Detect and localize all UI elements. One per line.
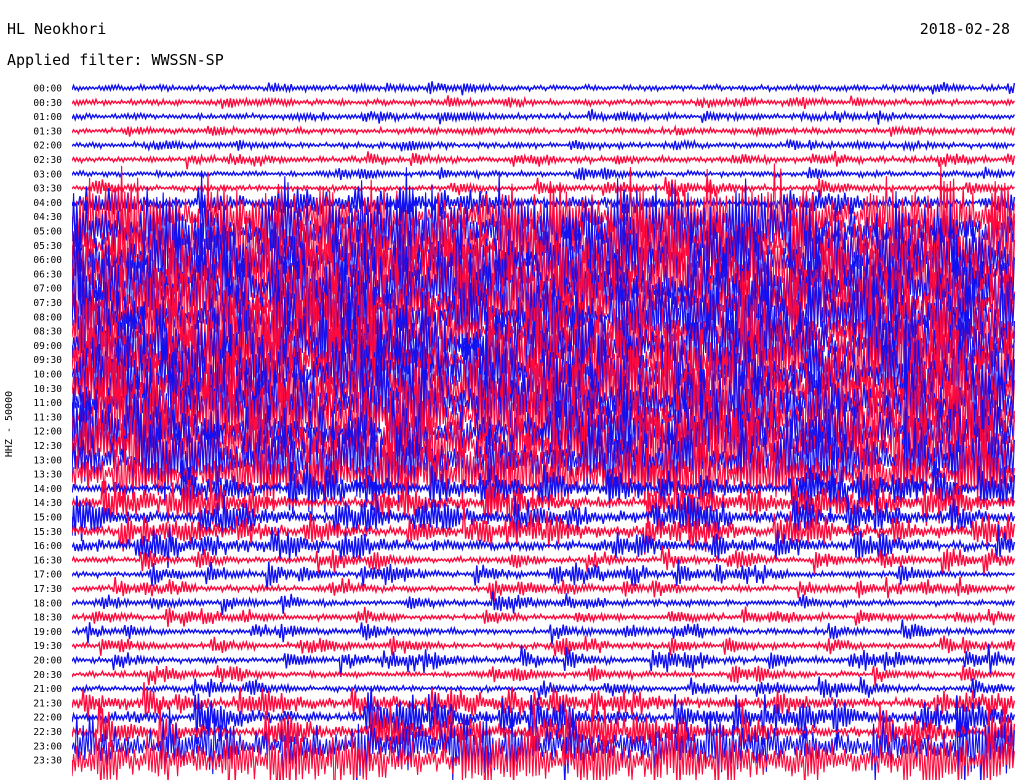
tick-label: 19:30	[33, 641, 62, 652]
trace-1730	[72, 576, 1016, 602]
tick-label: 17:00	[33, 570, 62, 581]
tick-label: 07:00	[33, 284, 62, 295]
tick-label: 03:30	[33, 184, 62, 195]
tick-label: 21:00	[33, 684, 62, 695]
tick-label: 00:30	[33, 98, 62, 109]
trace-0230	[72, 150, 1016, 170]
tick-label: 13:00	[33, 455, 62, 466]
tick-label: 14:00	[33, 484, 62, 495]
tick-label: 13:30	[33, 470, 62, 481]
tick-label: 01:30	[33, 126, 62, 137]
trace-1830	[72, 606, 1016, 627]
trace-0330	[72, 176, 1015, 198]
tick-label: 22:30	[33, 727, 62, 738]
trace-0200	[72, 138, 1015, 153]
tick-label: 21:30	[33, 698, 62, 709]
tick-label: 15:30	[33, 527, 62, 538]
tick-label: 08:00	[33, 312, 62, 323]
tick-label: 03:00	[33, 169, 62, 180]
trace-2100	[72, 676, 1016, 700]
tick-label: 17:30	[33, 584, 62, 595]
seismogram-plot: 00:00 00:30 01:00 01:30 02:00 02:30 03:00 03:30…	[33, 81, 1016, 780]
tick-label: 15:00	[33, 513, 62, 524]
tick-label: 14:30	[33, 498, 62, 509]
traces	[72, 81, 1016, 780]
trace-0030	[72, 95, 1015, 110]
tick-label: 09:30	[33, 355, 62, 366]
tick-label: 19:00	[33, 627, 62, 638]
tick-label: 10:00	[33, 370, 62, 381]
tick-label: 06:30	[33, 269, 62, 280]
tick-label: 16:30	[33, 555, 62, 566]
trace-0000	[72, 81, 1016, 96]
tick-label: 05:30	[33, 241, 62, 252]
tick-label: 02:00	[33, 141, 62, 152]
tick-label: 07:30	[33, 298, 62, 309]
tick-label: 02:30	[33, 155, 62, 166]
tick-label: 11:00	[33, 398, 62, 409]
tick-label: 20:00	[33, 656, 62, 667]
trace-1800	[72, 591, 1016, 615]
tick-label: 23:00	[33, 741, 62, 752]
tick-label: 12:00	[33, 427, 62, 438]
tick-labels: 00:00 00:30 01:00 01:30 02:00 02:30 03:00 03:30…	[33, 84, 62, 767]
tick-label: 10:30	[33, 384, 62, 395]
tick-label: 18:30	[33, 613, 62, 624]
trace-0100	[72, 108, 1016, 125]
tick-label: 16:00	[33, 541, 62, 552]
trace-0130	[72, 124, 1016, 138]
tick-label: 05:00	[33, 227, 62, 238]
tick-label: 12:30	[33, 441, 62, 452]
tick-label: 08:30	[33, 327, 62, 338]
tick-label: 06:00	[33, 255, 62, 266]
tick-label: 00:00	[33, 84, 62, 95]
tick-label: 04:00	[33, 198, 62, 209]
tick-label: 04:30	[33, 212, 62, 223]
trace-1930	[72, 635, 1016, 657]
trace-0300	[72, 166, 1016, 181]
tick-label: 01:00	[33, 112, 62, 123]
tick-label: 20:30	[33, 670, 62, 681]
tick-label: 23:30	[33, 756, 62, 767]
tick-label: 18:00	[33, 598, 62, 609]
tick-label: 09:00	[33, 341, 62, 352]
tick-label: 11:30	[33, 412, 62, 423]
tick-label: 22:00	[33, 713, 62, 724]
